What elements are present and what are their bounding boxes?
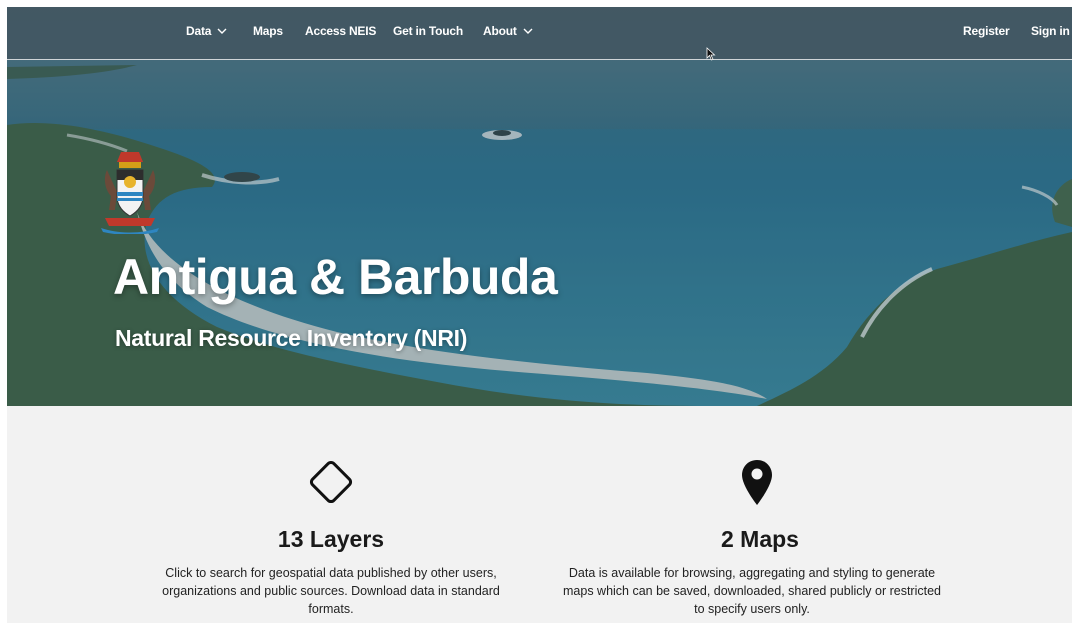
hero-title: Antigua & Barbuda: [113, 249, 558, 305]
coat-of-arms-icon: [101, 152, 159, 234]
chevron-down-icon: [217, 28, 227, 34]
chevron-down-icon: [523, 28, 533, 34]
nav-get-in-touch-link[interactable]: Get in Touch: [393, 24, 463, 38]
stat-maps-description: Data is available for browsing, aggregat…: [563, 566, 941, 616]
diamond-icon: [309, 460, 353, 504]
stats-section: 13 Layers Click to search for geospatial…: [7, 406, 1072, 623]
mouse-cursor-icon: [706, 47, 716, 61]
hero-banner: Antigua & Barbuda Natural Resource Inven…: [7, 7, 1072, 406]
nav-about-label: About: [483, 24, 517, 38]
stat-maps-title: 2 Maps: [721, 526, 799, 552]
stat-layers-description: Click to search for geospatial data publ…: [162, 566, 500, 616]
nav-maps-link[interactable]: Maps: [253, 24, 283, 38]
stat-layers-title: 13 Layers: [277, 526, 385, 552]
register-link[interactable]: Register: [963, 24, 1010, 38]
map-pin-icon: [742, 460, 772, 505]
nav-about-menu[interactable]: About: [483, 24, 534, 38]
top-navbar: Data Maps Access NEIS Get in Touch About…: [7, 7, 1072, 60]
page-frame: Antigua & Barbuda Natural Resource Inven…: [7, 7, 1072, 623]
sign-in-link[interactable]: Sign in: [1031, 24, 1070, 38]
nav-data-menu[interactable]: Data: [186, 24, 228, 38]
hero-subtitle: Natural Resource Inventory (NRI): [115, 325, 468, 351]
nav-data-label: Data: [186, 24, 212, 38]
nav-access-neis-link[interactable]: Access NEIS: [305, 24, 376, 38]
